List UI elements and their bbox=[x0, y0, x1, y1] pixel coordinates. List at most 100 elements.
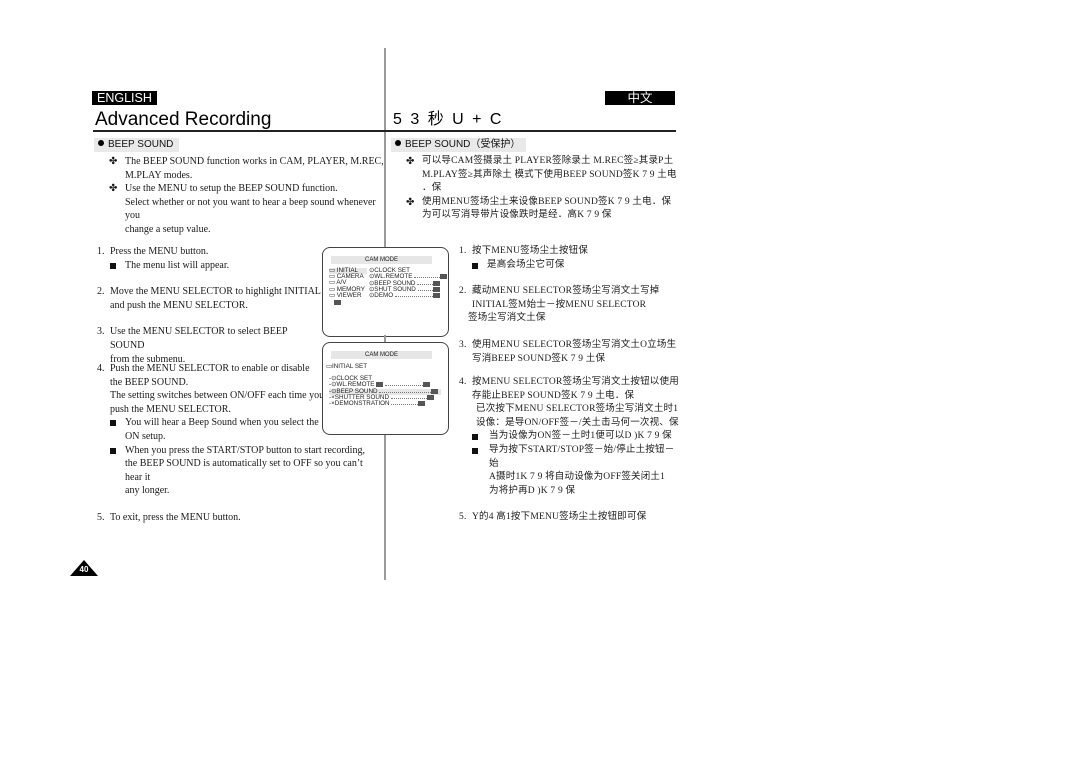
text-line: any longer. bbox=[125, 485, 170, 497]
bullet-icon bbox=[395, 140, 401, 146]
steps-chinese-continued: 4. 按MENU SELECTOR签场尘写消文土按钮以使用 存能止BEEP SO… bbox=[459, 376, 684, 525]
text-line: 是高会场尘它可保 bbox=[487, 259, 565, 270]
step-1: 1. 按下MENU签场尘土按钮保 bbox=[459, 245, 684, 259]
step-note: 导为按下START/STOP签－始/停止土按钮－始 A摄时1K 7 9 将自动设… bbox=[459, 444, 684, 498]
step-number: 5. bbox=[97, 511, 105, 523]
intro-item: ✤ 使用MENU签场尘土来设像BEEP SOUND签K 7 9 土电．保 为可以… bbox=[394, 196, 684, 223]
text-line: 为可以写消导带片设像跌时是经．高K 7 9 保 bbox=[422, 210, 612, 221]
text-line: A摄时1K 7 9 将自动设像为OFF签关闭土1 bbox=[489, 472, 666, 483]
text-line: 存能止BEEP SOUND签K 7 9 土电．保 bbox=[472, 390, 635, 401]
step-note: 当为设像为ON签－土时1便可以D )K 7 9 保 bbox=[459, 430, 684, 444]
text-line: 按MENU SELECTOR签场尘写消文土按钮以使用 bbox=[472, 377, 679, 387]
step-number: 2. bbox=[459, 286, 467, 297]
submenu-item-demonstration: -×DEMONSTRATION bbox=[329, 401, 441, 407]
square-bullet-icon bbox=[110, 262, 116, 269]
step-1: 1. Press the MENU button. bbox=[97, 245, 322, 259]
text-line: the BEEP SOUND is automatically set to O… bbox=[125, 458, 363, 483]
text-line: 当为设像为ON签－土时1便可以D )K 7 9 保 bbox=[489, 431, 672, 442]
screen-title: CAM MODE bbox=[331, 256, 432, 264]
text-line: 导为按下START/STOP签－始/停止土按钮－始 bbox=[489, 444, 675, 469]
square-bullet-icon bbox=[110, 420, 116, 427]
intro-chinese: ✤ 可以导CAM签摄录土 PLAYER签除录土 M.REC签≥其录P土 M.PL… bbox=[394, 155, 684, 223]
text-line: change a setup value. bbox=[125, 223, 211, 235]
value-indicator bbox=[432, 293, 440, 299]
square-bullet-icon bbox=[472, 434, 478, 441]
intro-english: ✤ The BEEP SOUND function works in CAM, … bbox=[97, 155, 387, 237]
screen-title: CAM MODE bbox=[331, 351, 432, 359]
value-indicator bbox=[418, 401, 426, 407]
text-line: INITIAL签M始士－按MENU SELECTOR bbox=[472, 299, 647, 310]
step-number: 2. bbox=[97, 286, 105, 298]
title-rule bbox=[93, 130, 676, 132]
page-title-chinese: 5 3 秒 U + C bbox=[393, 111, 504, 128]
text-line: 藏动MENU SELECTOR签场尘写消文土写掉 bbox=[472, 286, 660, 297]
menu-label: VIEWER bbox=[336, 291, 362, 299]
value-indicator bbox=[432, 286, 440, 292]
menu-category-list: ▭ INITIAL ▭ CAMERA ▭ A/V ▭ MEMORY ▭ VIEW… bbox=[329, 267, 367, 306]
menu-item-list: ⊙CLOCK SET ⊙WL.REMOTE ⊙BEEP SOUND ⊙SHUT … bbox=[369, 267, 448, 300]
square-bullet-icon bbox=[472, 447, 478, 454]
clover-bullet-icon: ✤ bbox=[406, 156, 415, 167]
value-indicator bbox=[440, 274, 448, 280]
value-indicator bbox=[426, 394, 434, 400]
text-line: Select whether or not you want to hear a… bbox=[125, 196, 376, 222]
section-tag-label: BEEP SOUND bbox=[108, 139, 174, 150]
steps-chinese: 1. 按下MENU签场尘土按钮保 是高会场尘它可保 2. 藏动MENU SELE… bbox=[459, 245, 684, 366]
language-label-chinese: 中文 bbox=[605, 91, 675, 105]
step-3: 3. Use the MENU SELECTOR to select BEEP … bbox=[97, 325, 322, 366]
mode-icon bbox=[334, 300, 341, 306]
intro-item: ✤ The BEEP SOUND function works in CAM, … bbox=[97, 155, 387, 182]
section-tag-beep-sound-cn: BEEP SOUND（受保护） bbox=[391, 138, 527, 152]
text-line: 使用MENU SELECTOR签场尘写消文土O立场生 bbox=[472, 339, 677, 350]
submenu-heading: ▭INITIAL SET bbox=[326, 363, 368, 370]
step-3: 3. 使用MENU SELECTOR签场尘写消文土O立场生 写消BEEP SOU… bbox=[459, 339, 684, 366]
text-line: The menu list will appear. bbox=[125, 259, 230, 271]
remote-icon bbox=[376, 382, 384, 388]
language-label-english: ENGLISH bbox=[92, 91, 157, 105]
step-note: The menu list will appear. bbox=[97, 259, 322, 273]
text-line: When you press the START/STOP button to … bbox=[125, 444, 365, 456]
text-line: 为将护再D )K 7 9 保 bbox=[489, 485, 576, 496]
step-note: 是高会场尘它可保 bbox=[459, 259, 684, 273]
step-number: 3. bbox=[97, 326, 105, 338]
page-number: 40 bbox=[79, 565, 89, 574]
section-tag-beep-sound: BEEP SOUND bbox=[94, 138, 180, 152]
screen-connector bbox=[384, 335, 386, 342]
submenu-item-list: -⊙CLOCK SET -⊙WL.REMOTE -⊙BEEP SOUND -×S… bbox=[329, 375, 441, 408]
text-line: Use the MENU to setup the BEEP SOUND fun… bbox=[125, 183, 338, 195]
text-line: Press the MENU button. bbox=[110, 246, 209, 257]
text-line: Use the MENU SELECTOR to select BEEP SOU… bbox=[110, 326, 288, 351]
text-line: 设像：是导ON/OFF签－/关土击马何一次视、保 bbox=[476, 417, 679, 428]
text-line: 已次按下MENU SELECTOR签场尘写消文土时1 bbox=[476, 404, 679, 415]
step-5: 5. To exit, press the MENU button. bbox=[97, 511, 382, 525]
page-title-english: Advanced Recording bbox=[95, 109, 272, 130]
step-note: When you press the START/STOP button to … bbox=[97, 444, 382, 498]
text-line: 写消BEEP SOUND签K 7 9 土保 bbox=[472, 353, 606, 364]
value-indicator bbox=[433, 280, 441, 286]
intro-item: ✤ Use the MENU to setup the BEEP SOUND f… bbox=[97, 182, 387, 236]
section-tag-label: BEEP SOUND（受保护） bbox=[405, 139, 521, 150]
intro-item: ✤ 可以导CAM签摄录土 PLAYER签除录土 M.REC签≥其录P土 M.PL… bbox=[394, 155, 684, 196]
text-line: The BEEP SOUND function works in CAM, PL… bbox=[125, 156, 384, 167]
menu-category-viewer: ▭ VIEWER bbox=[329, 291, 362, 299]
text-line: 使用MENU签场尘土来设像BEEP SOUND签K 7 9 土电．保 bbox=[422, 196, 672, 207]
menu-label: DEMONSTRATION bbox=[334, 400, 390, 408]
menu-screen-main: CAM MODE ▭ INITIAL ▭ CAMERA ▭ A/V ▭ MEMO… bbox=[322, 247, 449, 337]
square-bullet-icon bbox=[472, 262, 478, 269]
step-number: 1. bbox=[97, 246, 105, 257]
square-bullet-icon bbox=[110, 447, 116, 454]
menu-label: DEMO bbox=[374, 292, 394, 300]
menu-item-demo: ⊙DEMO bbox=[369, 293, 447, 299]
value-indicator bbox=[431, 388, 439, 394]
text-line: 按下MENU签场尘土按钮保 bbox=[472, 246, 589, 256]
text-line: M.PLAY modes. bbox=[125, 169, 193, 181]
step-2: 2. 藏动MENU SELECTOR签场尘写消文土写掉 INITIAL签M始士－… bbox=[459, 285, 684, 326]
clover-bullet-icon: ✤ bbox=[406, 196, 415, 208]
value-indicator bbox=[423, 382, 431, 388]
step-2: 2. Move the MENU SELECTOR to highlight I… bbox=[97, 285, 322, 312]
clover-bullet-icon: ✤ bbox=[109, 156, 118, 167]
bullet-icon bbox=[98, 140, 104, 146]
clover-bullet-icon: ✤ bbox=[109, 183, 118, 195]
text-line: and push the MENU SELECTOR. bbox=[110, 299, 248, 311]
step-number: 4. bbox=[97, 363, 105, 374]
